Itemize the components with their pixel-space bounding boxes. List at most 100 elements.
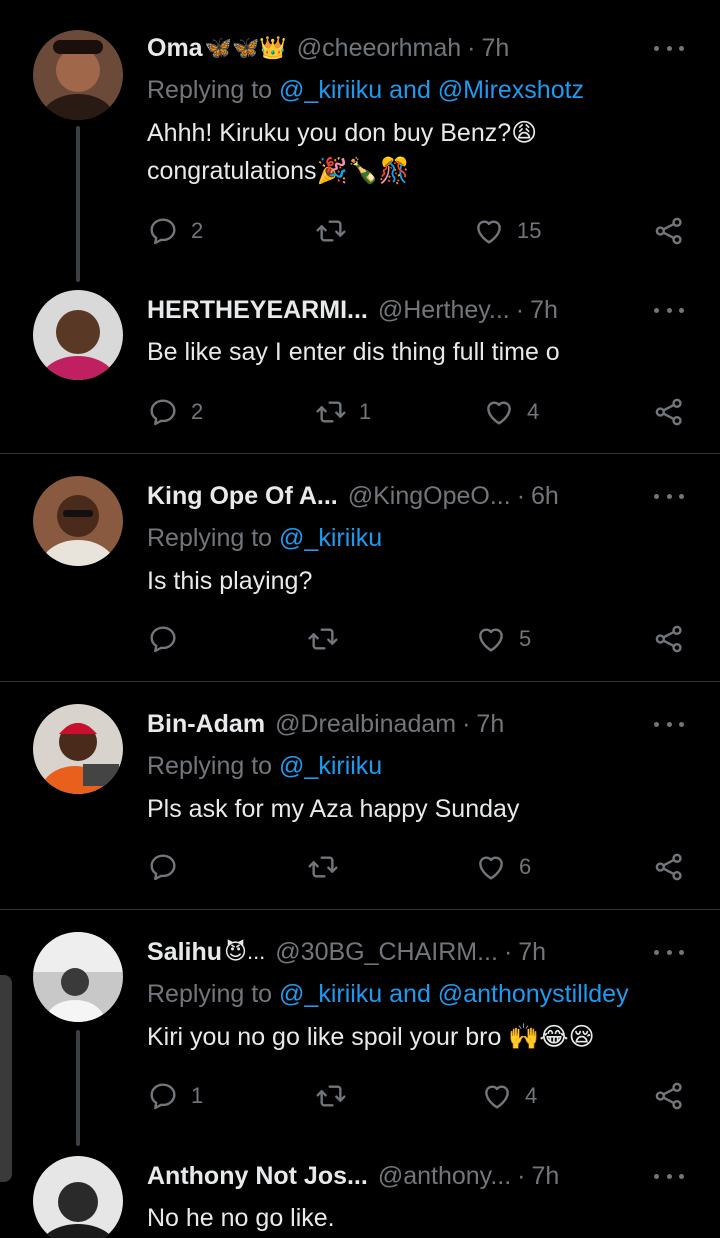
more-options-icon[interactable] — [654, 1161, 684, 1191]
share-icon — [653, 1080, 685, 1112]
like-button[interactable]: 6 — [475, 850, 531, 884]
replying-to-label: Replying to — [147, 980, 273, 1008]
replying-to-link[interactable]: @_kiriiku and @anthonystilldey — [279, 980, 629, 1008]
more-options-icon[interactable] — [654, 937, 684, 967]
share-button[interactable] — [653, 622, 685, 656]
retweet-button[interactable] — [307, 850, 351, 884]
timestamp[interactable]: 7h — [476, 709, 504, 739]
display-name[interactable]: Bin-Adam — [147, 709, 265, 739]
avatar[interactable] — [33, 932, 123, 1022]
heart-icon — [481, 1080, 513, 1112]
reply-button[interactable] — [147, 622, 191, 656]
replying-to-link[interactable]: @_kiriiku and @Mirexshotz — [279, 76, 584, 104]
user-handle[interactable]: @Drealbinadam — [275, 709, 456, 739]
like-button[interactable]: 4 — [483, 395, 539, 429]
retweet-icon — [315, 396, 347, 428]
avatar[interactable] — [33, 30, 123, 120]
retweet-button[interactable] — [315, 214, 359, 248]
tweet[interactable]: HERTHEYEARMI... @Herthey... · 7h Be like… — [0, 290, 720, 453]
tweet-text: Kiri you no go like spoil your bro 🙌😂😪 — [147, 1018, 667, 1056]
more-options-icon[interactable] — [654, 33, 684, 63]
separator-dot: · — [503, 938, 513, 966]
like-count: 6 — [519, 854, 532, 879]
tweet-text-line: congratulations🎉🍾🎊 — [147, 157, 410, 185]
tweet-text-line: Pls ask for my Aza happy Sunday — [147, 795, 520, 823]
heart-icon — [475, 623, 507, 655]
avatar[interactable] — [33, 476, 123, 566]
reply-icon — [147, 396, 179, 428]
reply-count: 1 — [191, 1083, 204, 1108]
replying-to-link[interactable]: @_kiriiku — [279, 752, 382, 780]
user-handle[interactable]: @anthony... — [378, 1161, 511, 1191]
like-count: 15 — [517, 218, 542, 243]
share-button[interactable] — [653, 395, 685, 429]
reply-button[interactable] — [147, 850, 191, 884]
replying-to: Replying to @_kiriiku and @Mirexshotz — [147, 75, 584, 105]
like-count: 5 — [519, 626, 532, 651]
avatar[interactable] — [33, 1156, 123, 1238]
tweet-text: No he no go like. — [147, 1199, 667, 1237]
share-button[interactable] — [653, 1079, 685, 1113]
more-options-icon[interactable] — [654, 709, 684, 739]
action-bar: 6 — [147, 850, 687, 884]
scrollbar[interactable] — [0, 975, 12, 1182]
timestamp[interactable]: 7h — [481, 33, 509, 63]
name-emoji: 😈... — [224, 939, 266, 964]
display-name[interactable]: Salihu — [147, 937, 222, 967]
replying-to-label: Replying to — [147, 524, 273, 552]
replying-to: Replying to @_kiriiku and @anthonystilld… — [147, 979, 629, 1009]
more-options-icon[interactable] — [654, 295, 684, 325]
avatar[interactable] — [33, 290, 123, 380]
reply-button[interactable]: 2 — [147, 395, 203, 429]
share-icon — [653, 396, 685, 428]
reply-count: 2 — [191, 218, 204, 243]
timestamp[interactable]: 6h — [531, 481, 559, 511]
avatar[interactable] — [33, 704, 123, 794]
user-handle[interactable]: @Herthey... — [378, 295, 510, 325]
tweet[interactable]: Salihu 😈... @30BG_CHAIRM... · 7h Replyin… — [0, 910, 720, 1146]
retweet-icon — [315, 1080, 347, 1112]
timestamp[interactable]: 7h — [531, 1161, 559, 1191]
like-button[interactable]: 4 — [481, 1079, 537, 1113]
heart-icon — [475, 851, 507, 883]
share-button[interactable] — [653, 850, 685, 884]
reply-icon — [147, 215, 179, 247]
name-emoji: 🦋🦋👑 — [204, 35, 287, 60]
tweet-text-line: Is this playing? — [147, 567, 313, 595]
reply-button[interactable]: 1 — [147, 1079, 203, 1113]
reply-icon — [147, 1080, 179, 1112]
user-handle[interactable]: @KingOpeO... — [348, 481, 511, 511]
share-icon — [653, 623, 685, 655]
timestamp[interactable]: 7h — [518, 937, 546, 967]
tweet[interactable]: King Ope Of A... @KingOpeO... · 6h Reply… — [0, 454, 720, 681]
tweet[interactable]: Bin-Adam @Drealbinadam · 7h Replying to … — [0, 682, 720, 909]
share-button[interactable] — [653, 214, 685, 248]
retweet-button[interactable] — [315, 1079, 359, 1113]
tweet-text-line: No he no go like. — [147, 1204, 335, 1232]
like-button[interactable]: 5 — [475, 622, 531, 656]
retweet-button[interactable] — [307, 622, 351, 656]
display-name[interactable]: HERTHEYEARMI... — [147, 295, 368, 325]
thread-line — [76, 126, 80, 282]
replying-to: Replying to @_kiriiku — [147, 523, 382, 553]
replying-to-link[interactable]: @_kiriiku — [279, 524, 382, 552]
display-name[interactable]: Oma — [147, 33, 203, 63]
retweet-icon — [307, 623, 339, 655]
like-button[interactable]: 15 — [473, 214, 541, 248]
display-name[interactable]: King Ope Of A... — [147, 481, 338, 511]
user-handle[interactable]: @30BG_CHAIRM... — [275, 937, 498, 967]
timestamp[interactable]: 7h — [530, 295, 558, 325]
action-bar: 5 — [147, 622, 687, 656]
more-options-icon[interactable] — [654, 481, 684, 511]
heart-icon — [473, 215, 505, 247]
tweet[interactable]: Anthony Not Jos... @anthony... · 7h No h… — [0, 1146, 720, 1238]
share-icon — [653, 215, 685, 247]
display-name[interactable]: Anthony Not Jos... — [147, 1161, 368, 1191]
retweet-button[interactable]: 1 — [315, 395, 371, 429]
separator-dot: · — [517, 1162, 526, 1190]
user-handle[interactable]: @cheeorhmah — [297, 33, 461, 63]
reply-button[interactable]: 2 — [147, 214, 203, 248]
retweet-icon — [307, 851, 339, 883]
like-count: 4 — [527, 399, 540, 424]
tweet[interactable]: Oma 🦋🦋👑 @cheeorhmah · 7h Replying to @_k… — [0, 0, 720, 290]
